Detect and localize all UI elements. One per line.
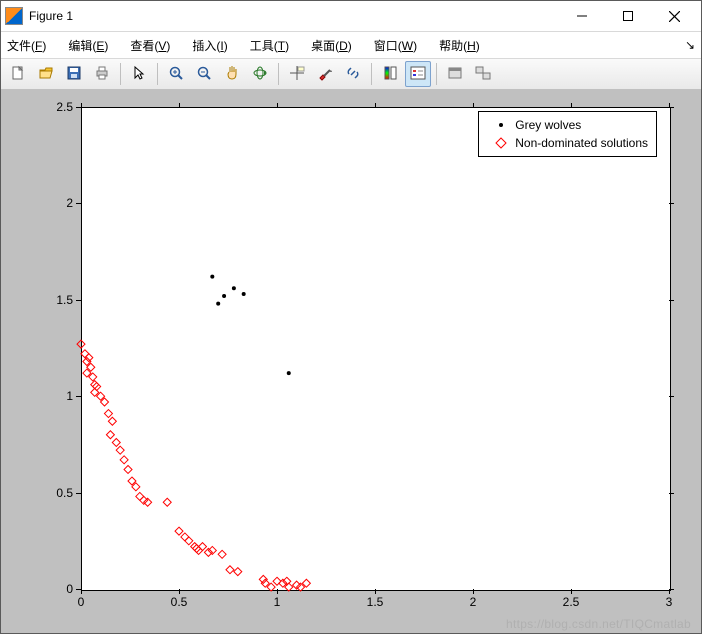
brush-icon (317, 65, 333, 84)
zoom-out-button[interactable] (191, 61, 217, 87)
toolbar-separator (436, 63, 437, 85)
data-point (108, 417, 116, 425)
menu-d[interactable]: 桌面(D) (311, 37, 352, 54)
data-point (106, 431, 114, 439)
data-point (181, 533, 189, 541)
data-point (242, 292, 246, 296)
colorbar-icon (382, 65, 398, 84)
figure-window: Figure 1 文件(F) 编辑(E) 查看(V) 插入(I) 工具(T) 桌面(D) 窗… (0, 0, 702, 634)
data-point (144, 498, 152, 506)
show-tools-icon (475, 65, 491, 84)
data-point (124, 465, 132, 473)
link-button[interactable] (340, 61, 366, 87)
data-point (210, 275, 214, 279)
menu-f[interactable]: 文件(F) (7, 37, 46, 54)
new-button[interactable] (5, 61, 31, 87)
maximize-button[interactable] (605, 2, 651, 30)
data-point (116, 446, 124, 454)
minimize-button[interactable] (559, 2, 605, 30)
menu-i[interactable]: 插入(I) (192, 37, 227, 54)
data-point (222, 294, 226, 298)
data-point (136, 492, 144, 500)
data-point (218, 550, 226, 558)
hide-tools-button[interactable] (442, 61, 468, 87)
pan-icon (224, 65, 240, 84)
link-icon (345, 65, 361, 84)
data-point (234, 568, 242, 576)
data-point (204, 548, 212, 556)
data-point (163, 498, 171, 506)
rotate3d-button[interactable] (247, 61, 273, 87)
data-cursor-icon (289, 65, 305, 84)
open-button[interactable] (33, 61, 59, 87)
print-button[interactable] (89, 61, 115, 87)
dock-arrow-icon[interactable]: ↘ (685, 38, 695, 52)
data-point (185, 537, 193, 545)
menu-v[interactable]: 查看(V) (130, 37, 170, 54)
data-cursor-button[interactable] (284, 61, 310, 87)
show-tools-button[interactable] (470, 61, 496, 87)
pointer-button[interactable] (126, 61, 152, 87)
menu-t[interactable]: 工具(T) (250, 37, 289, 54)
data-point (175, 527, 183, 535)
data-point (293, 581, 301, 589)
toolbar-separator (371, 63, 372, 85)
menu-e[interactable]: 编辑(E) (68, 37, 108, 54)
zoom-in-icon (168, 65, 184, 84)
toolbar-separator (157, 63, 158, 85)
menu-h[interactable]: 帮助(H) (439, 37, 480, 54)
toolbar (1, 59, 701, 90)
rotate3d-icon (252, 65, 268, 84)
matlab-figure-icon (5, 7, 23, 25)
titlebar: Figure 1 (1, 1, 701, 32)
legend-icon (410, 65, 426, 84)
data-point (232, 286, 236, 290)
colorbar-button[interactable] (377, 61, 403, 87)
data-point (226, 566, 234, 574)
data-point (104, 410, 112, 418)
data-point (287, 371, 291, 375)
close-button[interactable] (651, 2, 697, 30)
data-point (140, 496, 148, 504)
data-point (208, 546, 216, 554)
toolbar-separator (120, 63, 121, 85)
figure-canvas: 00.511.522.5300.511.522.5 Grey wolvesNon… (1, 89, 701, 633)
figure-title: Figure 1 (29, 9, 559, 23)
data-point (77, 340, 85, 348)
menu-w[interactable]: 窗口(W) (374, 37, 417, 54)
data-point (120, 456, 128, 464)
open-icon (38, 65, 54, 84)
plot-svg (1, 89, 701, 635)
legend-button[interactable] (405, 61, 431, 87)
pointer-icon (131, 65, 147, 84)
hide-tools-icon (447, 65, 463, 84)
data-point (216, 302, 220, 306)
data-point (81, 350, 89, 358)
toolbar-separator (278, 63, 279, 85)
save-icon (66, 65, 82, 84)
menubar: 文件(F) 编辑(E) 查看(V) 插入(I) 工具(T) 桌面(D) 窗口(W) 帮助(H)… (1, 32, 701, 59)
save-button[interactable] (61, 61, 87, 87)
data-point (112, 438, 120, 446)
print-icon (94, 65, 110, 84)
zoom-in-button[interactable] (163, 61, 189, 87)
pan-button[interactable] (219, 61, 245, 87)
zoom-out-icon (196, 65, 212, 84)
new-icon (10, 65, 26, 84)
brush-button[interactable] (312, 61, 338, 87)
